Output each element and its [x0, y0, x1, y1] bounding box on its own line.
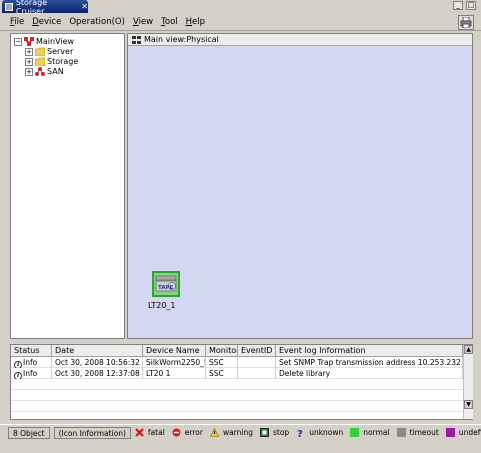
menu-file[interactable]: File: [10, 17, 24, 27]
legend-error: error: [172, 428, 203, 437]
print-icon[interactable]: [458, 15, 474, 30]
expand-icon[interactable]: +: [25, 57, 33, 66]
tape-library-icon: TAPE: [155, 275, 177, 292]
folder-icon: [35, 57, 45, 66]
legend-undefined: undefined: [445, 428, 481, 437]
folder-icon: [35, 47, 45, 56]
event-info-cell: Set SNMP Trap transmission address 10.25…: [276, 357, 463, 368]
san-icon: [35, 67, 45, 76]
svg-text:?: ?: [297, 429, 303, 437]
tree-label-storage: Storage: [47, 57, 79, 66]
column-date[interactable]: Date: [52, 345, 143, 357]
column-device-name[interactable]: Device Name: [143, 345, 206, 357]
column-status[interactable]: Status: [11, 345, 52, 357]
eventid-cell: [238, 368, 276, 379]
main-view-header: Main view:Physical: [128, 34, 472, 46]
log-scrollbar[interactable]: ▲ ▼: [463, 345, 473, 419]
table-row[interactable]: iInfo Oct 30, 2008 12:37:08 PM LT20 1 SS…: [11, 368, 463, 379]
scroll-up-icon[interactable]: ▲: [464, 345, 473, 354]
legend-unknown: ? unknown: [296, 428, 343, 437]
scroll-down-icon[interactable]: ▼: [464, 400, 473, 409]
main-view-title: Main view:Physical: [144, 35, 219, 44]
device-icon-text: TAPE: [158, 285, 174, 291]
collapse-icon[interactable]: −: [14, 37, 22, 46]
undefined-square-icon: [445, 428, 455, 437]
monitor-cell: SSC: [206, 357, 238, 368]
menu-bar: File Device Operation(O) View Tool Help: [0, 14, 481, 31]
status-cell: i Info: [11, 357, 52, 368]
question-icon: ?: [297, 429, 303, 437]
expand-icon[interactable]: +: [25, 67, 33, 76]
menu-tool[interactable]: Tool: [161, 17, 178, 27]
error-circle-icon: [172, 428, 181, 437]
maximize-button[interactable]: □: [466, 1, 476, 10]
title-bar: Storage Cruiser ✕ _ □: [0, 0, 481, 16]
timeout-square-icon: [396, 428, 406, 437]
column-monitor[interactable]: Monitor: [206, 345, 238, 357]
x-icon: [135, 428, 144, 437]
status-cell: i Info: [11, 368, 52, 379]
expand-icon[interactable]: +: [25, 47, 33, 56]
device-name-cell: LT20 1: [143, 368, 206, 379]
tab-close-icon[interactable]: ✕: [81, 2, 88, 11]
info-icon: i: [14, 361, 22, 368]
tree-label-mainview: MainView: [36, 37, 75, 46]
legend-fatal: fatal: [135, 428, 165, 437]
table-row[interactable]: iInfo Oct 30, 2008 10:56:32 AM SilkWorm2…: [11, 357, 463, 368]
menu-operation[interactable]: Operation(O): [69, 17, 125, 27]
legend-normal: normal: [350, 428, 390, 437]
device-tree: − MainView + Server + Storage + SAN: [10, 33, 125, 339]
info-icon: i: [14, 372, 22, 379]
date-cell: Oct 30, 2008 10:56:32 AM: [52, 357, 143, 368]
grid-icon: [132, 35, 141, 44]
device-lt20-node[interactable]: TAPE: [152, 271, 180, 297]
object-count: 8 Object: [8, 426, 50, 439]
menu-device[interactable]: Device: [32, 17, 61, 27]
normal-square-icon: [350, 428, 360, 437]
event-info-cell: Delete library: [276, 368, 463, 379]
event-log-table: Status Date Device Name Monitor EventID …: [10, 344, 473, 420]
tree-label-server: Server: [47, 47, 74, 56]
legend-timeout: timeout: [396, 428, 439, 437]
status-bar: 8 Object (Icon Information) fatal error …: [0, 424, 481, 440]
icon-information: (Icon Information): [53, 426, 131, 439]
device-label: LT20_1: [148, 301, 176, 310]
column-event-log-information[interactable]: Event log Information: [276, 345, 463, 357]
tree-item-san[interactable]: + SAN: [25, 66, 64, 77]
date-cell: Oct 30, 2008 12:37:08 PM: [52, 368, 143, 379]
warning-triangle-icon: [209, 428, 219, 437]
storage-cruiser-tab[interactable]: Storage Cruiser ✕: [2, 0, 88, 16]
table-row-empty: [11, 390, 463, 401]
menu-help[interactable]: Help: [186, 17, 205, 27]
legend-warning: warning: [209, 428, 253, 437]
table-row-empty: [11, 379, 463, 390]
table-row-empty: [11, 401, 463, 412]
menu-view[interactable]: View: [133, 17, 153, 27]
minimize-button[interactable]: _: [453, 1, 463, 10]
eventid-cell: [238, 357, 276, 368]
mainview-icon: [24, 37, 34, 46]
main-view-panel: Main view:Physical TAPE LT20_1: [127, 33, 473, 339]
monitor-cell: SSC: [206, 368, 238, 379]
tree-label-san: SAN: [47, 67, 64, 76]
legend-stop: stop: [260, 428, 289, 437]
log-header: Status Date Device Name Monitor EventID …: [11, 345, 463, 357]
column-eventid[interactable]: EventID: [238, 345, 276, 357]
app-icon: [5, 2, 13, 11]
device-name-cell: SilkWorm2250_5: [143, 357, 206, 368]
stop-square-icon: [260, 428, 269, 437]
